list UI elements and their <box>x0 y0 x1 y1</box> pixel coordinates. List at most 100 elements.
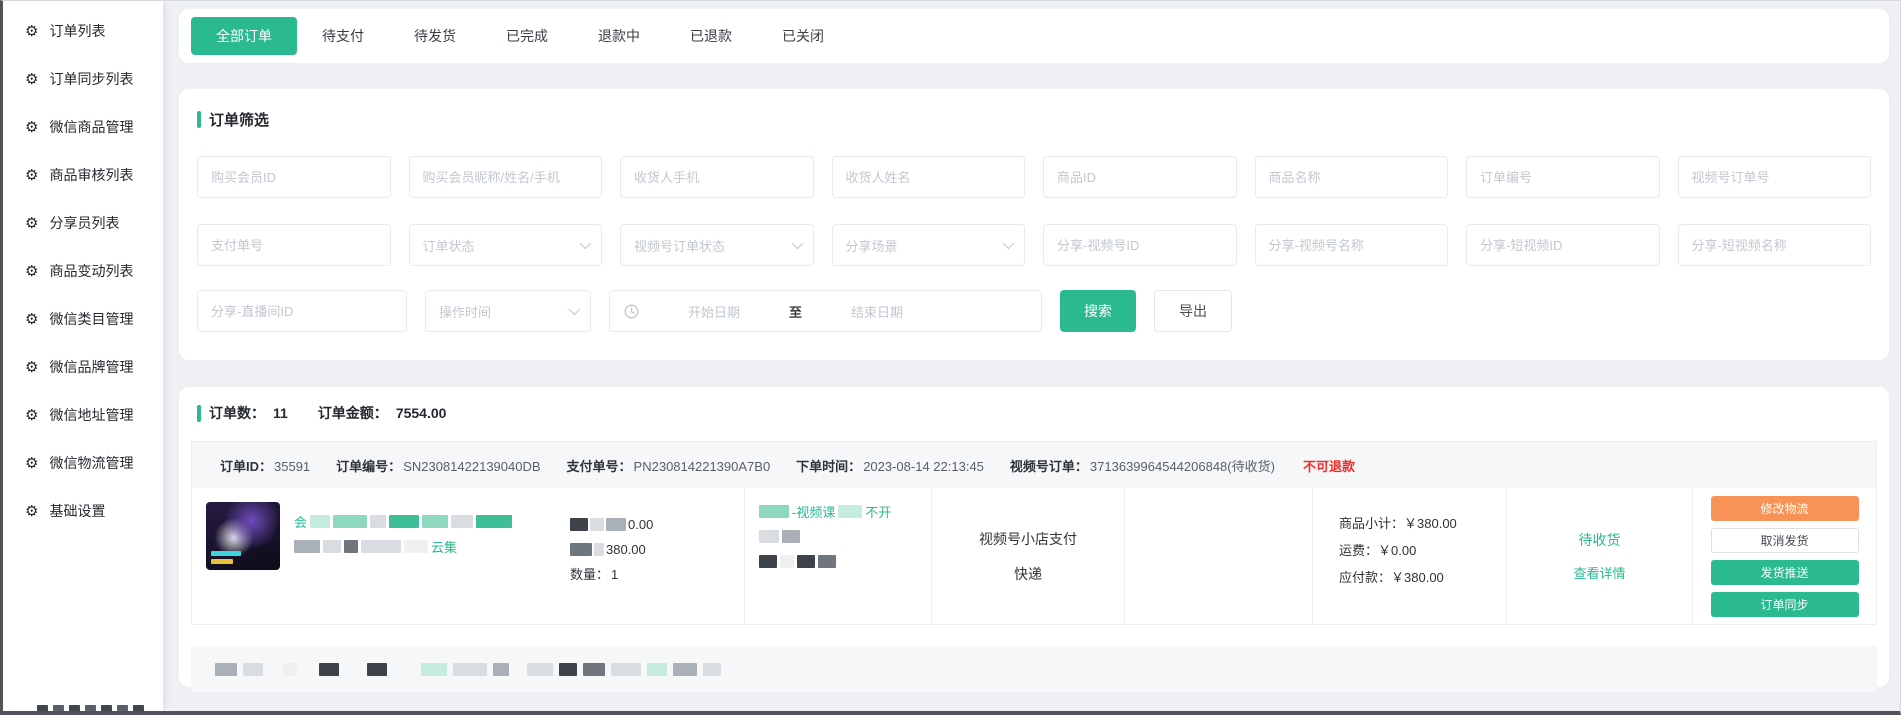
search-button[interactable]: 搜索 <box>1060 290 1136 332</box>
order-status-select[interactable]: 订单状态 <box>409 224 603 266</box>
select-placeholder: 分享场景 <box>846 236 898 255</box>
order-id: 订单ID：35591 <box>220 456 310 475</box>
status-badge: 待收货 <box>1579 530 1621 550</box>
sidebar-item-wechat-logistics[interactable]: ⚙ 微信物流管理 <box>3 439 163 487</box>
gear-icon: ⚙ <box>25 408 38 423</box>
section-accent-bar <box>197 111 201 128</box>
share-channels-name-input[interactable] <box>1255 224 1449 266</box>
order-sync-button[interactable]: 订单同步 <box>1711 592 1859 617</box>
gear-icon: ⚙ <box>25 120 38 135</box>
sidebar-item-order-list[interactable]: ⚙ 订单列表 <box>3 7 163 55</box>
clock-icon <box>624 304 639 319</box>
chevron-down-icon <box>580 238 591 249</box>
filter-title-text: 订单筛选 <box>209 109 269 130</box>
date-range-separator: 至 <box>789 302 802 321</box>
sidebar-item-label: 微信物流管理 <box>49 453 133 473</box>
product-cell: 会 云集 <box>192 488 744 624</box>
payment-method-cell: 视频号小店支付 快递 <box>931 488 1124 624</box>
sidebar-item-label: 商品审核列表 <box>49 165 133 185</box>
payment-method: 视频号小店支付 <box>979 529 1077 549</box>
share-short-video-name-input[interactable] <box>1678 224 1872 266</box>
export-button[interactable]: 导出 <box>1154 290 1232 332</box>
receiver-name-input[interactable] <box>832 156 1026 198</box>
sidebar-item-label: 订单同步列表 <box>49 69 133 89</box>
paid-price-masked: 380.00 <box>570 537 653 562</box>
sidebar-item-clipped <box>37 705 144 714</box>
order-meta-header: 订单ID：35591 订单编号：SN23081422139040DB 支付单号：… <box>192 442 1876 488</box>
select-placeholder: 操作时间 <box>439 302 491 321</box>
date-end-placeholder: 结束日期 <box>812 302 942 321</box>
empty-cell <box>1124 488 1312 624</box>
quantity-value: 1 <box>611 562 618 587</box>
tab-refunded[interactable]: 已退款 <box>665 17 757 55</box>
sidebar-item-wechat-category[interactable]: ⚙ 微信类目管理 <box>3 295 163 343</box>
share-scene-select[interactable]: 分享场景 <box>832 224 1026 266</box>
gear-icon: ⚙ <box>25 168 38 183</box>
actions-cell: 修改物流 取消发货 发货推送 订单同步 <box>1692 488 1876 624</box>
tab-pending-shipment[interactable]: 待发货 <box>389 17 481 55</box>
gear-icon: ⚙ <box>25 456 38 471</box>
order-results-panel: 订单数： 11 订单金额： 7554.00 订单ID：35591 订单编号：SN… <box>179 387 1889 687</box>
order-time: 下单时间：2023-08-14 22:13:45 <box>796 456 984 475</box>
sidebar-item-basic-settings[interactable]: ⚙ 基础设置 <box>3 487 163 535</box>
channels-order-status-select[interactable]: 视频号订单状态 <box>620 224 814 266</box>
shipment-push-button[interactable]: 发货推送 <box>1711 560 1859 585</box>
sidebar-item-wechat-address[interactable]: ⚙ 微信地址管理 <box>3 391 163 439</box>
sidebar-item-label: 分享员列表 <box>49 213 119 233</box>
gear-icon: ⚙ <box>25 312 38 327</box>
buyer-info-masked-cell: -视频课 不开 <box>744 488 931 624</box>
share-short-video-id-input[interactable] <box>1466 224 1660 266</box>
tab-all-orders[interactable]: 全部订单 <box>191 17 297 55</box>
order-admin-page: ⚙ 订单列表 ⚙ 订单同步列表 ⚙ 微信商品管理 ⚙ 商品审核列表 ⚙ 分享员列… <box>0 0 1901 715</box>
gear-icon: ⚙ <box>25 216 38 231</box>
freight-line: 运费：￥0.00 <box>1339 537 1506 564</box>
payable-value: ￥380.00 <box>1391 570 1444 585</box>
order-amount-value: 7554.00 <box>396 405 447 421</box>
chevron-down-icon <box>569 304 580 315</box>
sidebar-item-label: 微信地址管理 <box>49 405 133 425</box>
filter-row-1 <box>197 156 1871 198</box>
payment-no-input[interactable] <box>197 224 391 266</box>
tab-completed[interactable]: 已完成 <box>481 17 573 55</box>
operate-time-select[interactable]: 操作时间 <box>425 290 591 332</box>
sidebar-item-label: 商品变动列表 <box>49 261 133 281</box>
gear-icon: ⚙ <box>25 24 38 39</box>
masked-text-fragment: -视频课 <box>792 502 835 521</box>
date-range-picker[interactable]: 开始日期 至 结束日期 <box>609 290 1042 332</box>
order-no: 订单编号：SN23081422139040DB <box>336 456 540 475</box>
order-count-label: 订单数： <box>209 403 265 423</box>
sidebar-item-wechat-brand[interactable]: ⚙ 微信品牌管理 <box>3 343 163 391</box>
unit-price-masked: 0.00 <box>570 512 653 537</box>
price-fragment: 0.00 <box>628 512 653 537</box>
order-no-input[interactable] <box>1466 156 1660 198</box>
tab-closed[interactable]: 已关闭 <box>757 17 849 55</box>
share-channels-id-input[interactable] <box>1043 224 1237 266</box>
buyer-member-id-input[interactable] <box>197 156 391 198</box>
sidebar-item-sharer-list[interactable]: ⚙ 分享员列表 <box>3 199 163 247</box>
price-info: 0.00 380.00 数量：1 <box>570 502 653 610</box>
sidebar-item-wechat-product[interactable]: ⚙ 微信商品管理 <box>3 103 163 151</box>
view-detail-link[interactable]: 查看详情 <box>1573 563 1625 582</box>
product-id-input[interactable] <box>1043 156 1237 198</box>
no-refund-badge: 不可退款 <box>1303 456 1355 475</box>
sidebar-item-order-sync-list[interactable]: ⚙ 订单同步列表 <box>3 55 163 103</box>
receiver-phone-input[interactable] <box>620 156 814 198</box>
modify-logistics-button[interactable]: 修改物流 <box>1711 496 1859 521</box>
sidebar-item-product-change[interactable]: ⚙ 商品变动列表 <box>3 247 163 295</box>
masked-text-fragment: 云集 <box>431 537 457 556</box>
filter-row-2: 订单状态 视频号订单状态 分享场景 <box>197 224 1871 266</box>
order-status-tabs: 全部订单 待支付 待发货 已完成 退款中 已退款 已关闭 <box>179 9 1889 63</box>
select-placeholder: 视频号订单状态 <box>634 236 725 255</box>
share-live-room-id-input[interactable] <box>197 290 407 332</box>
product-name-input[interactable] <box>1255 156 1449 198</box>
cancel-shipment-button[interactable]: 取消发货 <box>1711 528 1859 553</box>
buyer-name-phone-input[interactable] <box>409 156 603 198</box>
freight-value: ￥0.00 <box>1378 543 1416 558</box>
order-summary: 订单数： 11 订单金额： 7554.00 <box>191 403 1877 423</box>
tab-pending-payment[interactable]: 待支付 <box>297 17 389 55</box>
channels-order-no-input[interactable] <box>1678 156 1872 198</box>
product-caption-masked: 会 云集 <box>294 502 544 610</box>
tab-refunding[interactable]: 退款中 <box>573 17 665 55</box>
sidebar-item-product-review[interactable]: ⚙ 商品审核列表 <box>3 151 163 199</box>
order-row: 订单ID：35591 订单编号：SN23081422139040DB 支付单号：… <box>191 441 1877 625</box>
